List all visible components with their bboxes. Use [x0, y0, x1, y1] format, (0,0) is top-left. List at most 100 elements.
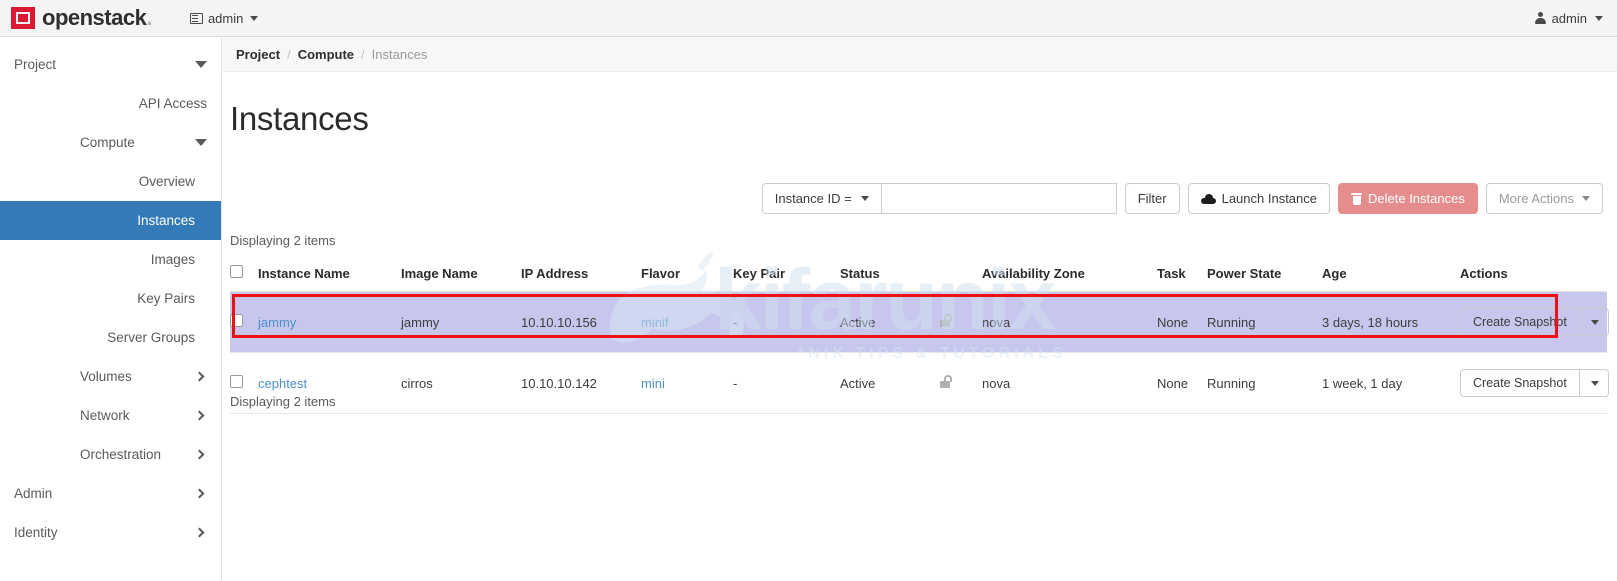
table-row[interactable]: cephtest cirros 10.10.10.142 mini - Active nov… — [230, 352, 1609, 414]
user-menu[interactable]: admin — [1534, 0, 1603, 37]
sidebar-item-key-pairs[interactable]: Key Pairs — [0, 279, 221, 318]
cell-key-pair: - — [733, 291, 840, 353]
context-switcher-label: admin — [207, 10, 244, 26]
sidebar-item-orchestration[interactable]: Orchestration — [0, 435, 221, 474]
cell-key-pair-text: - — [733, 375, 738, 391]
more-actions-label: More Actions — [1498, 191, 1574, 206]
launch-instance-button[interactable]: Launch Instance — [1187, 183, 1330, 214]
column-header-actions: Actions — [1460, 259, 1607, 292]
breadcrumb-item-instances: Instances — [371, 46, 428, 62]
main-content: Project / Compute / Instances Instances … — [222, 37, 1617, 581]
cell-actions: Create Snapshot — [1460, 291, 1609, 353]
cell-instance-name[interactable]: jammy — [258, 291, 401, 353]
column-header-flavor[interactable]: Flavor — [641, 259, 733, 292]
column-header-age[interactable]: Age — [1322, 259, 1460, 292]
sidebar-item-admin[interactable]: Admin — [0, 474, 221, 513]
column-header-key-pair[interactable]: Key Pair — [733, 259, 840, 292]
filter-field-select[interactable]: Instance ID = — [761, 183, 882, 214]
cell-flavor[interactable]: minif — [641, 291, 733, 353]
sidebar-item-label: Orchestration — [80, 447, 162, 462]
sidebar-item-api-access[interactable]: API Access — [0, 84, 221, 123]
table-toolbar: Instance ID = Filter Launch Instance Del… — [222, 183, 1617, 214]
cell-ip-address-text: 10.10.10.142 — [521, 375, 597, 391]
cell-availability-zone-text: nova — [982, 314, 1011, 330]
delete-instances-button[interactable]: Delete Instances — [1338, 183, 1478, 214]
table-body: jammy jammy 10.10.10.156 minif - Active nova No… — [230, 291, 1609, 414]
openstack-logo[interactable]: openstack. — [0, 5, 152, 31]
item-count-bottom: Displaying 2 items — [230, 394, 336, 409]
cell-status-text: Active — [840, 314, 876, 330]
column-header-instance-name[interactable]: Instance Name — [258, 259, 401, 292]
sidebar-item-label: API Access — [138, 96, 207, 111]
row-action-split-button: Create Snapshot — [1460, 369, 1609, 397]
cloud-icon — [1200, 193, 1216, 204]
column-header-status[interactable]: Status — [840, 259, 940, 292]
create-snapshot-button[interactable]: Create Snapshot — [1461, 309, 1580, 335]
panel-icon — [189, 12, 203, 24]
sidebar-item-images[interactable]: Images — [0, 240, 221, 279]
cell-instance-name-text[interactable]: cephtest — [258, 376, 307, 391]
cell-task: None — [1157, 291, 1207, 353]
cell-actions: Create Snapshot — [1460, 352, 1609, 414]
column-header-availability-zone[interactable]: Availability Zone — [982, 259, 1157, 292]
column-header-image-name[interactable]: Image Name — [401, 259, 521, 292]
cell-status-text: Active — [840, 375, 876, 391]
sidebar-item-label: Overview — [138, 174, 195, 189]
table-header-row: Instance Name Image Name IP Address Flav… — [230, 259, 1607, 292]
cell-age: 1 week, 1 day — [1322, 352, 1460, 414]
breadcrumb: Project / Compute / Instances — [222, 37, 1617, 72]
row-actions-dropdown-toggle[interactable] — [1580, 370, 1608, 396]
launch-instance-label: Launch Instance — [1221, 191, 1317, 206]
sidebar-item-label: Volumes — [80, 369, 132, 384]
sidebar-item-project[interactable]: Project — [0, 45, 221, 84]
more-actions-button[interactable]: More Actions — [1485, 183, 1603, 214]
sidebar-item-volumes[interactable]: Volumes — [0, 357, 221, 396]
sidebar-item-label: Network — [80, 408, 130, 423]
cell-power-state-text: Running — [1207, 314, 1256, 330]
cell-flavor-text[interactable]: mini — [641, 376, 665, 391]
delete-instances-label: Delete Instances — [1368, 191, 1465, 206]
sidebar-item-label: Images — [150, 252, 195, 267]
filter-input[interactable] — [881, 183, 1117, 214]
instances-table-wrapper: Instance Name Image Name IP Address Flav… — [230, 259, 1609, 414]
filter-button[interactable]: Filter — [1124, 183, 1180, 214]
cell-ip-address-text: 10.10.10.156 — [521, 314, 597, 330]
cell-instance-name-text[interactable]: jammy — [258, 315, 296, 330]
cell-status: Active — [840, 291, 940, 353]
chevron-down-icon — [1590, 380, 1599, 386]
row-actions-dropdown-toggle[interactable] — [1580, 309, 1608, 335]
sidebar-item-server-groups[interactable]: Server Groups — [0, 318, 221, 357]
unlock-icon[interactable] — [940, 375, 952, 388]
row-checkbox[interactable] — [230, 375, 243, 388]
brand-name: openstack — [42, 5, 147, 30]
cell-status: Active — [840, 352, 940, 414]
row-checkbox[interactable] — [230, 314, 243, 327]
column-header-task[interactable]: Task — [1157, 259, 1207, 292]
cell-age-text: 3 days, 18 hours — [1322, 314, 1419, 330]
breadcrumb-item-project[interactable]: Project — [236, 47, 280, 62]
select-all-checkbox[interactable] — [230, 265, 243, 278]
sidebar-item-label: Identity — [14, 525, 58, 540]
column-header-power-state[interactable]: Power State — [1207, 259, 1322, 292]
sidebar-item-identity[interactable]: Identity — [0, 513, 221, 552]
cell-age: 3 days, 18 hours — [1322, 291, 1460, 353]
sidebar-item-compute[interactable]: Compute — [0, 123, 221, 162]
cell-key-pair-text: - — [733, 314, 738, 330]
sidebar-item-network[interactable]: Network — [0, 396, 221, 435]
cell-flavor[interactable]: mini — [641, 352, 733, 414]
cell-power-state: Running — [1207, 291, 1322, 353]
table-row[interactable]: jammy jammy 10.10.10.156 minif - Active nova No… — [230, 291, 1609, 353]
cell-flavor-text[interactable]: minif — [641, 315, 668, 330]
cell-power-state-text: Running — [1207, 375, 1256, 391]
unlock-icon[interactable] — [940, 314, 952, 327]
chevron-down-icon — [250, 15, 259, 21]
sidebar-item-overview[interactable]: Overview — [0, 162, 221, 201]
breadcrumb-item-compute[interactable]: Compute — [298, 47, 354, 62]
column-header-ip-address[interactable]: IP Address — [521, 259, 641, 292]
sidebar-item-instances[interactable]: Instances — [0, 201, 221, 240]
openstack-mark-icon — [11, 7, 35, 29]
sidebar-item-label: Project — [14, 57, 57, 72]
create-snapshot-button[interactable]: Create Snapshot — [1461, 370, 1580, 396]
chevron-down-icon — [1582, 196, 1590, 201]
context-switcher[interactable]: admin — [189, 10, 259, 26]
